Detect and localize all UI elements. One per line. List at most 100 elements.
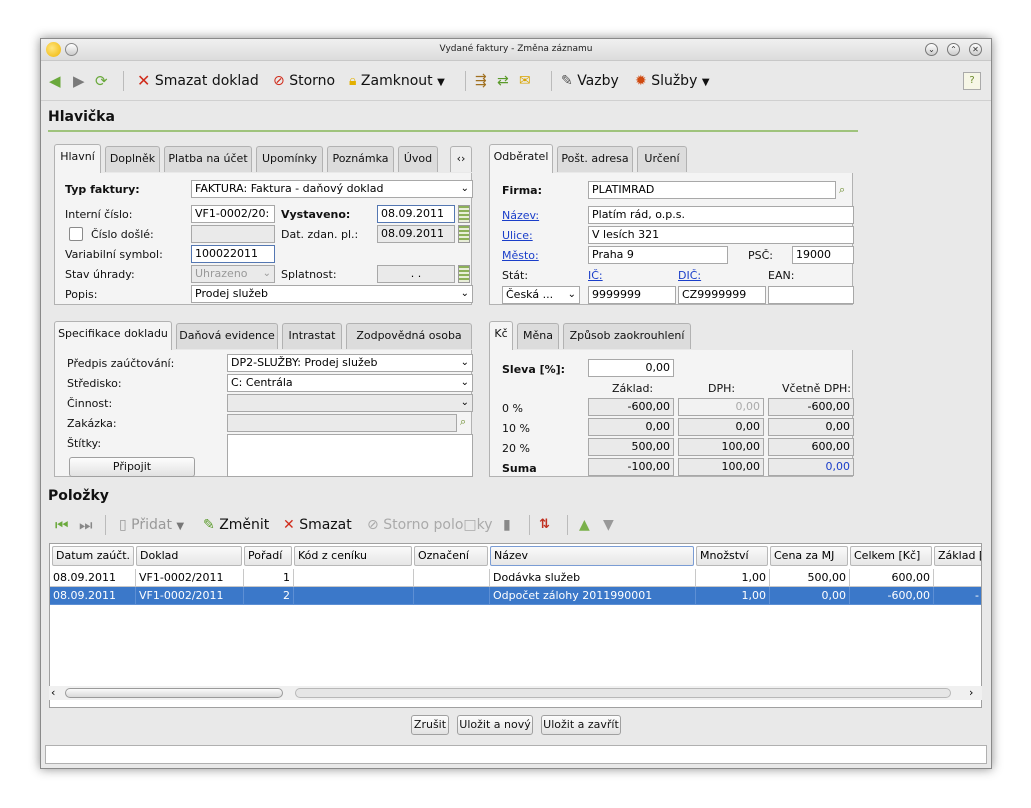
edit-item-button[interactable]: ✎ Změnit — [203, 515, 269, 535]
horizontal-scrollbar[interactable]: ‹ › — [49, 686, 982, 700]
tab-urceni[interactable]: Určení — [637, 146, 687, 172]
copy-icon[interactable]: ▮ — [503, 515, 511, 535]
splatnost-field[interactable]: . . — [377, 265, 455, 283]
tab-specifikace[interactable]: Specifikace dokladu — [54, 321, 172, 350]
services-button[interactable]: ✹ Služby ▼ — [635, 71, 710, 91]
import-icon[interactable]: ⇄ — [497, 71, 509, 91]
tab-hlavni[interactable]: Hlavní — [54, 144, 101, 173]
col-header[interactable]: Doklad — [136, 546, 242, 566]
search-icon[interactable]: ⌕ — [460, 415, 466, 429]
cancel-button[interactable]: Zrušit — [411, 715, 449, 735]
col-header[interactable]: Základ [ — [934, 546, 981, 566]
scroll-right-icon[interactable]: › — [969, 687, 973, 699]
stitky-area[interactable] — [227, 434, 473, 477]
ic-link[interactable]: IČ: — [588, 269, 603, 282]
cinnost-select[interactable]: ⌄ — [227, 394, 473, 412]
zakazka-field[interactable] — [227, 414, 457, 432]
stav-uhrady-select[interactable]: Uhrazeno ⌄ — [191, 265, 275, 283]
tab-upominky[interactable]: Upomínky — [256, 146, 323, 172]
refresh-icon[interactable]: ⟳ — [95, 71, 108, 91]
back-icon[interactable]: ◀ — [49, 71, 61, 91]
tab-zaokrouhleni[interactable]: Způsob zaokrouhlení — [563, 323, 691, 349]
links-button[interactable]: ✎ Vazby — [561, 71, 619, 91]
header-divider — [48, 130, 858, 132]
col-header[interactable]: Kód z ceníku — [294, 546, 412, 566]
calendar-icon[interactable] — [458, 205, 470, 223]
forward-icon[interactable]: ▶ — [73, 71, 85, 91]
sleva-field[interactable]: 0,00 — [588, 359, 674, 377]
first-icon[interactable]: ⏮ — [55, 515, 69, 535]
export-icon[interactable]: ⇶ — [475, 71, 487, 91]
tab-odberatel[interactable]: Odběratel — [489, 144, 553, 173]
cislo-dosle-checkbox[interactable] — [69, 227, 83, 241]
col-header[interactable]: Název — [490, 546, 694, 566]
tab-platba[interactable]: Platba na účet — [164, 146, 252, 172]
minimize-icon[interactable]: ⌄ — [925, 43, 938, 56]
table-row[interactable]: 08.09.2011 VF1-0002/2011 1 Dodávka služe… — [50, 569, 981, 587]
delete-item-button[interactable]: ✕ Smazat — [283, 515, 352, 535]
stat-select[interactable]: Česká ... ⌄ — [502, 286, 580, 304]
move-down-icon[interactable]: ▼ — [603, 515, 614, 535]
calendar-icon[interactable] — [458, 225, 470, 243]
storno-button[interactable]: ⊘ Storno — [273, 71, 335, 91]
save-new-button[interactable]: Uložit a nový — [457, 715, 533, 735]
ulice-field[interactable]: V lesích 321 — [588, 226, 854, 244]
psc-field[interactable]: 19000 — [792, 246, 854, 264]
col-header[interactable]: Označení — [414, 546, 488, 566]
dic-field[interactable]: CZ9999999 — [678, 286, 766, 304]
dic-link[interactable]: DIČ: — [678, 269, 701, 282]
dat-zdan-field[interactable]: 08.09.2011 — [377, 225, 455, 243]
pripojit-button[interactable]: Připojit — [69, 457, 195, 477]
spec-panel: Předpis zaúčtování: DP2-SLUŽBY: Prodej s… — [54, 350, 473, 477]
tab-poznamka[interactable]: Poznámka — [327, 146, 394, 172]
nazev-link[interactable]: Název: — [502, 209, 539, 222]
typ-faktury-select[interactable]: FAKTURA: Faktura - daňový doklad ⌄ — [191, 180, 473, 198]
scrollbar-track[interactable] — [295, 688, 951, 698]
tab-scroll-icon[interactable]: ‹› — [450, 146, 472, 172]
tab-danova-evidence[interactable]: Daňová evidence — [176, 323, 278, 349]
storno-item-button[interactable]: ⊘ Storno polo□ky — [367, 515, 493, 535]
tab-kc[interactable]: Kč — [489, 321, 513, 350]
scrollbar-thumb[interactable] — [65, 688, 283, 698]
tab-mena[interactable]: Měna — [517, 323, 559, 349]
delete-document-button[interactable]: ✕ Smazat doklad — [137, 71, 259, 91]
maximize-icon[interactable]: ⌃ — [947, 43, 960, 56]
tab-uvod[interactable]: Úvod — [398, 146, 438, 172]
col-header[interactable]: Celkem [Kč] — [850, 546, 932, 566]
save-close-button[interactable]: Uložit a zavřít — [541, 715, 621, 735]
close-icon[interactable]: ✕ — [969, 43, 982, 56]
tab-intrastat[interactable]: Intrastat — [282, 323, 342, 349]
move-up-icon[interactable]: ▲ — [579, 515, 590, 535]
last-icon[interactable]: ⏭ — [79, 515, 93, 535]
add-item-button[interactable]: ▯ Přidat ▼ — [119, 515, 184, 535]
col-header[interactable]: Datum zaúčt. — [52, 546, 134, 566]
tab-doplnek[interactable]: Doplněk — [105, 146, 160, 172]
col-header[interactable]: Množství — [696, 546, 768, 566]
cislo-dosle-field[interactable] — [191, 225, 275, 243]
interni-cislo-field[interactable]: VF1-0002/20: — [191, 205, 275, 223]
vystaveno-field[interactable]: 08.09.2011 — [377, 205, 455, 223]
ic-field[interactable]: 9999999 — [588, 286, 676, 304]
popis-select[interactable]: Prodej služeb ⌄ — [191, 285, 473, 303]
ean-field[interactable] — [768, 286, 854, 304]
mail-icon[interactable]: ✉ — [519, 71, 531, 91]
predpis-select[interactable]: DP2-SLUŽBY: Prodej služeb ⌄ — [227, 354, 473, 372]
tab-post-adresa[interactable]: Pošt. adresa — [557, 146, 633, 172]
table-row[interactable]: 08.09.2011 VF1-0002/2011 2 Odpočet záloh… — [50, 587, 981, 605]
help-icon[interactable]: ? — [963, 72, 981, 90]
lock-button[interactable]: 🔒︎ Zamknout ▼ — [349, 71, 445, 91]
search-icon[interactable]: ⌕ — [839, 183, 845, 197]
mesto-field[interactable]: Praha 9 — [588, 246, 728, 264]
tab-zodpovedna-osoba[interactable]: Zodpovědná osoba — [346, 323, 472, 349]
firma-field[interactable]: PLATIMRAD — [588, 181, 836, 199]
col-header[interactable]: Cena za MJ — [770, 546, 848, 566]
stredisko-select[interactable]: C: Centrála ⌄ — [227, 374, 473, 392]
nazev-field[interactable]: Platím rád, o.p.s. — [588, 206, 854, 224]
var-symbol-field[interactable]: 100022011 — [191, 245, 275, 263]
ulice-link[interactable]: Ulice: — [502, 229, 533, 242]
scroll-left-icon[interactable]: ‹ — [51, 687, 55, 699]
col-header[interactable]: Pořadí — [244, 546, 292, 566]
sort-icon[interactable]: ⇅ — [539, 515, 550, 535]
calendar-icon[interactable] — [458, 265, 470, 283]
mesto-link[interactable]: Město: — [502, 249, 539, 262]
